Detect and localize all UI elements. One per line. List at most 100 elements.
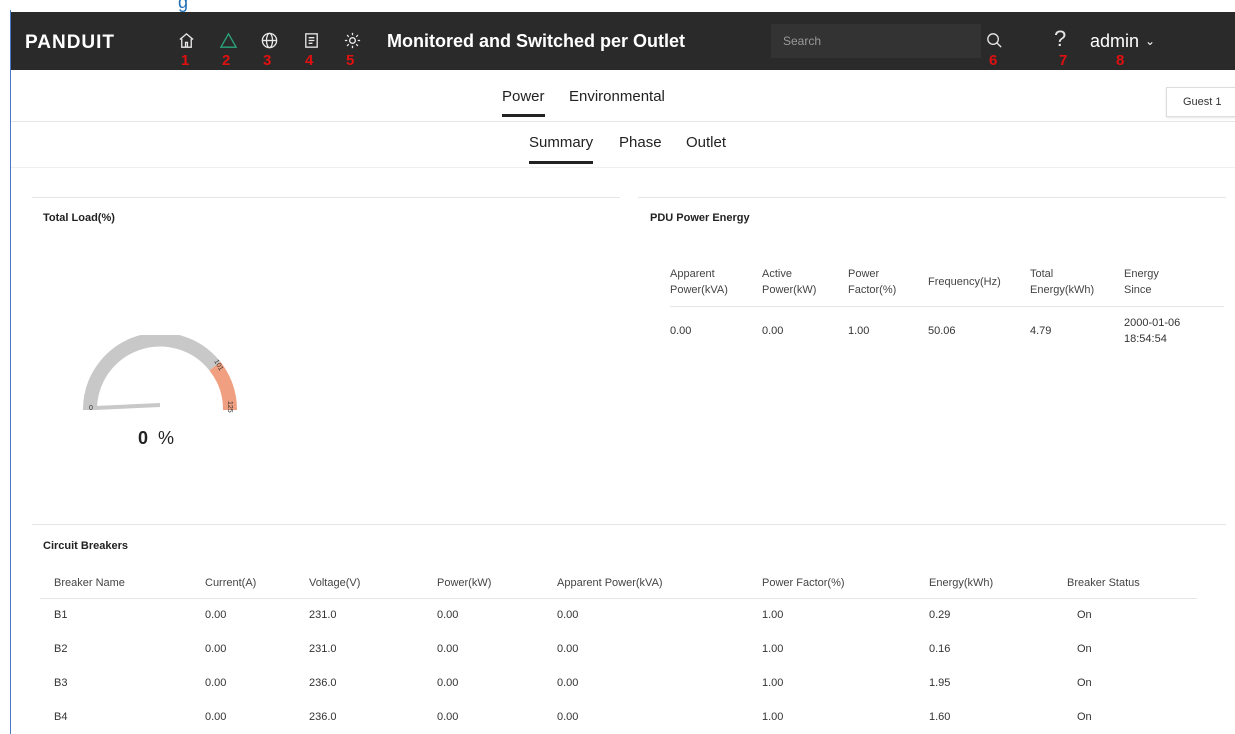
- breaker-apparent-power: 0.00: [557, 711, 579, 723]
- breaker-status: On: [1077, 711, 1092, 723]
- total-energy-value: 4.79: [1030, 325, 1052, 338]
- panduit-logo: PANDUIT: [25, 32, 116, 53]
- tab-environmental[interactable]: Environmental: [569, 88, 665, 105]
- help-icon[interactable]: ?: [1054, 26, 1066, 52]
- circuit-breakers-divider: [32, 524, 1226, 525]
- pdu-energy-value-row: 0.00 0.00 1.00 50.06 4.79 2000-01-06 18:5…: [670, 306, 1224, 356]
- home-icon[interactable]: [175, 29, 197, 51]
- breaker-energy: 0.29: [929, 609, 951, 622]
- breaker-voltage: 236.0: [309, 677, 337, 689]
- guest-selector[interactable]: Guest 1: [1166, 87, 1235, 117]
- pdu-energy-divider: [638, 197, 1226, 198]
- table-row: B4 0.00 236.0 0.00 0.00 1.00 1.60 On: [40, 700, 1197, 734]
- total-load-title: Total Load(%): [43, 212, 115, 224]
- active-power-value: 0.00: [762, 325, 784, 338]
- breaker-status: On: [1077, 643, 1092, 655]
- breaker-current: 0.00: [205, 711, 227, 723]
- device-title: Monitored and Switched per Outlet: [387, 31, 686, 51]
- header-active-power: Active Power(kW): [762, 258, 848, 307]
- breaker-power-factor: 1.00: [762, 609, 784, 622]
- breaker-energy: 1.95: [929, 677, 951, 689]
- breaker-status: On: [1077, 677, 1092, 689]
- apparent-power-value: 0.00: [670, 325, 692, 338]
- breaker-current: 0.00: [205, 677, 227, 689]
- breaker-power-factor: 1.00: [762, 677, 784, 689]
- breaker-current: 0.00: [205, 643, 227, 655]
- tab-power[interactable]: Power: [502, 88, 545, 117]
- breaker-apparent-power: 0.00: [557, 643, 579, 655]
- total-load-divider: [32, 197, 620, 198]
- breaker-power: 0.00: [437, 643, 459, 655]
- top-strip: g: [0, 0, 1235, 12]
- circuit-breakers-table: Breaker Name Current(A) Voltage(V) Power…: [40, 568, 1197, 734]
- header-breaker-name: Breaker Name: [40, 568, 205, 599]
- chevron-down-icon: ⌄: [1145, 34, 1156, 48]
- username: admin: [1090, 31, 1140, 51]
- search-input[interactable]: [771, 24, 981, 58]
- globe-icon[interactable]: [258, 29, 280, 51]
- header-power: Power(kW): [437, 568, 557, 599]
- header-apparent-power: Apparent Power(kVA): [670, 258, 762, 307]
- pdu-energy-title: PDU Power Energy: [650, 212, 750, 224]
- energy-since-value: 2000-01-06 18:54:54: [1124, 317, 1181, 346]
- breaker-energy: 0.16: [929, 643, 951, 655]
- breaker-status: On: [1077, 609, 1092, 622]
- tab-outlet[interactable]: Outlet: [686, 134, 726, 151]
- breaker-apparent-power: 0.00: [557, 609, 579, 622]
- header-current: Current(A): [205, 568, 309, 599]
- settings-icon[interactable]: [341, 29, 363, 51]
- breaker-name: B2: [54, 643, 68, 655]
- breaker-voltage: 231.0: [309, 609, 337, 622]
- callout-6: 6: [989, 52, 998, 69]
- gauge-needle: [94, 403, 161, 410]
- breaker-power-factor: 1.00: [762, 643, 784, 655]
- total-load-gauge: 0 101 125: [82, 335, 238, 413]
- breaker-apparent-power: 0.00: [557, 677, 579, 689]
- header-power-factor: Power Factor(%): [762, 568, 929, 599]
- alarm-icon[interactable]: [217, 29, 239, 51]
- total-load-value: 0 %: [138, 428, 174, 449]
- header-power-factor: Power Factor(%): [848, 258, 928, 307]
- breaker-power-factor: 1.00: [762, 711, 784, 723]
- breaker-power: 0.00: [437, 677, 459, 689]
- header-energy-since: Energy Since: [1124, 258, 1224, 307]
- tab-summary[interactable]: Summary: [529, 134, 594, 164]
- circuit-breakers-title: Circuit Breakers: [43, 540, 128, 552]
- breaker-energy: 1.60: [929, 711, 951, 723]
- callout-8: 8: [1116, 52, 1125, 69]
- header-breaker-status: Breaker Status: [1067, 568, 1197, 599]
- breaker-name: B1: [54, 609, 68, 622]
- callout-7: 7: [1059, 52, 1068, 69]
- gauge-min-label: 0: [89, 405, 93, 412]
- circuit-breakers-header-row: Breaker Name Current(A) Voltage(V) Power…: [40, 568, 1197, 599]
- breaker-power: 0.00: [437, 711, 459, 723]
- gauge-max-label: 125: [226, 401, 233, 413]
- tab-phase[interactable]: Phase: [619, 134, 662, 151]
- callout-3: 3: [263, 52, 272, 69]
- table-row: B2 0.00 231.0 0.00 0.00 1.00 0.16 On: [40, 632, 1197, 666]
- callout-5: 5: [346, 52, 355, 69]
- breaker-voltage: 236.0: [309, 711, 337, 723]
- top-navbar: PANDUIT 1 2 3 4 5 Monitored and Switched…: [11, 12, 1235, 70]
- gauge-track: [82, 335, 221, 411]
- breaker-name: B4: [54, 711, 68, 723]
- breaker-current: 0.00: [205, 609, 227, 622]
- user-menu[interactable]: admin ⌄: [1090, 31, 1155, 52]
- callout-4: 4: [305, 52, 314, 69]
- table-row: B3 0.00 236.0 0.00 0.00 1.00 1.95 On: [40, 666, 1197, 700]
- callout-2: 2: [222, 52, 231, 69]
- header-apparent-power: Apparent Power(kVA): [557, 568, 762, 599]
- header-total-energy: Total Energy(kWh): [1030, 258, 1124, 307]
- table-row: B1 0.00 231.0 0.00 0.00 1.00 0.29 On: [40, 598, 1197, 632]
- frequency-value: 50.06: [928, 325, 956, 338]
- header-voltage: Voltage(V): [309, 568, 437, 599]
- main-tabs: Power Environmental Guest 1: [11, 70, 1235, 122]
- log-icon[interactable]: [300, 29, 322, 51]
- load-number: 0: [138, 428, 149, 448]
- header-energy: Energy(kWh): [929, 568, 1067, 599]
- load-unit: %: [158, 428, 175, 448]
- breaker-power: 0.00: [437, 609, 459, 622]
- header-frequency: Frequency(Hz): [928, 258, 1030, 307]
- search-icon[interactable]: [983, 29, 1005, 51]
- pdu-energy-table: Apparent Power(kVA) Active Power(kW) Power…: [670, 258, 1224, 356]
